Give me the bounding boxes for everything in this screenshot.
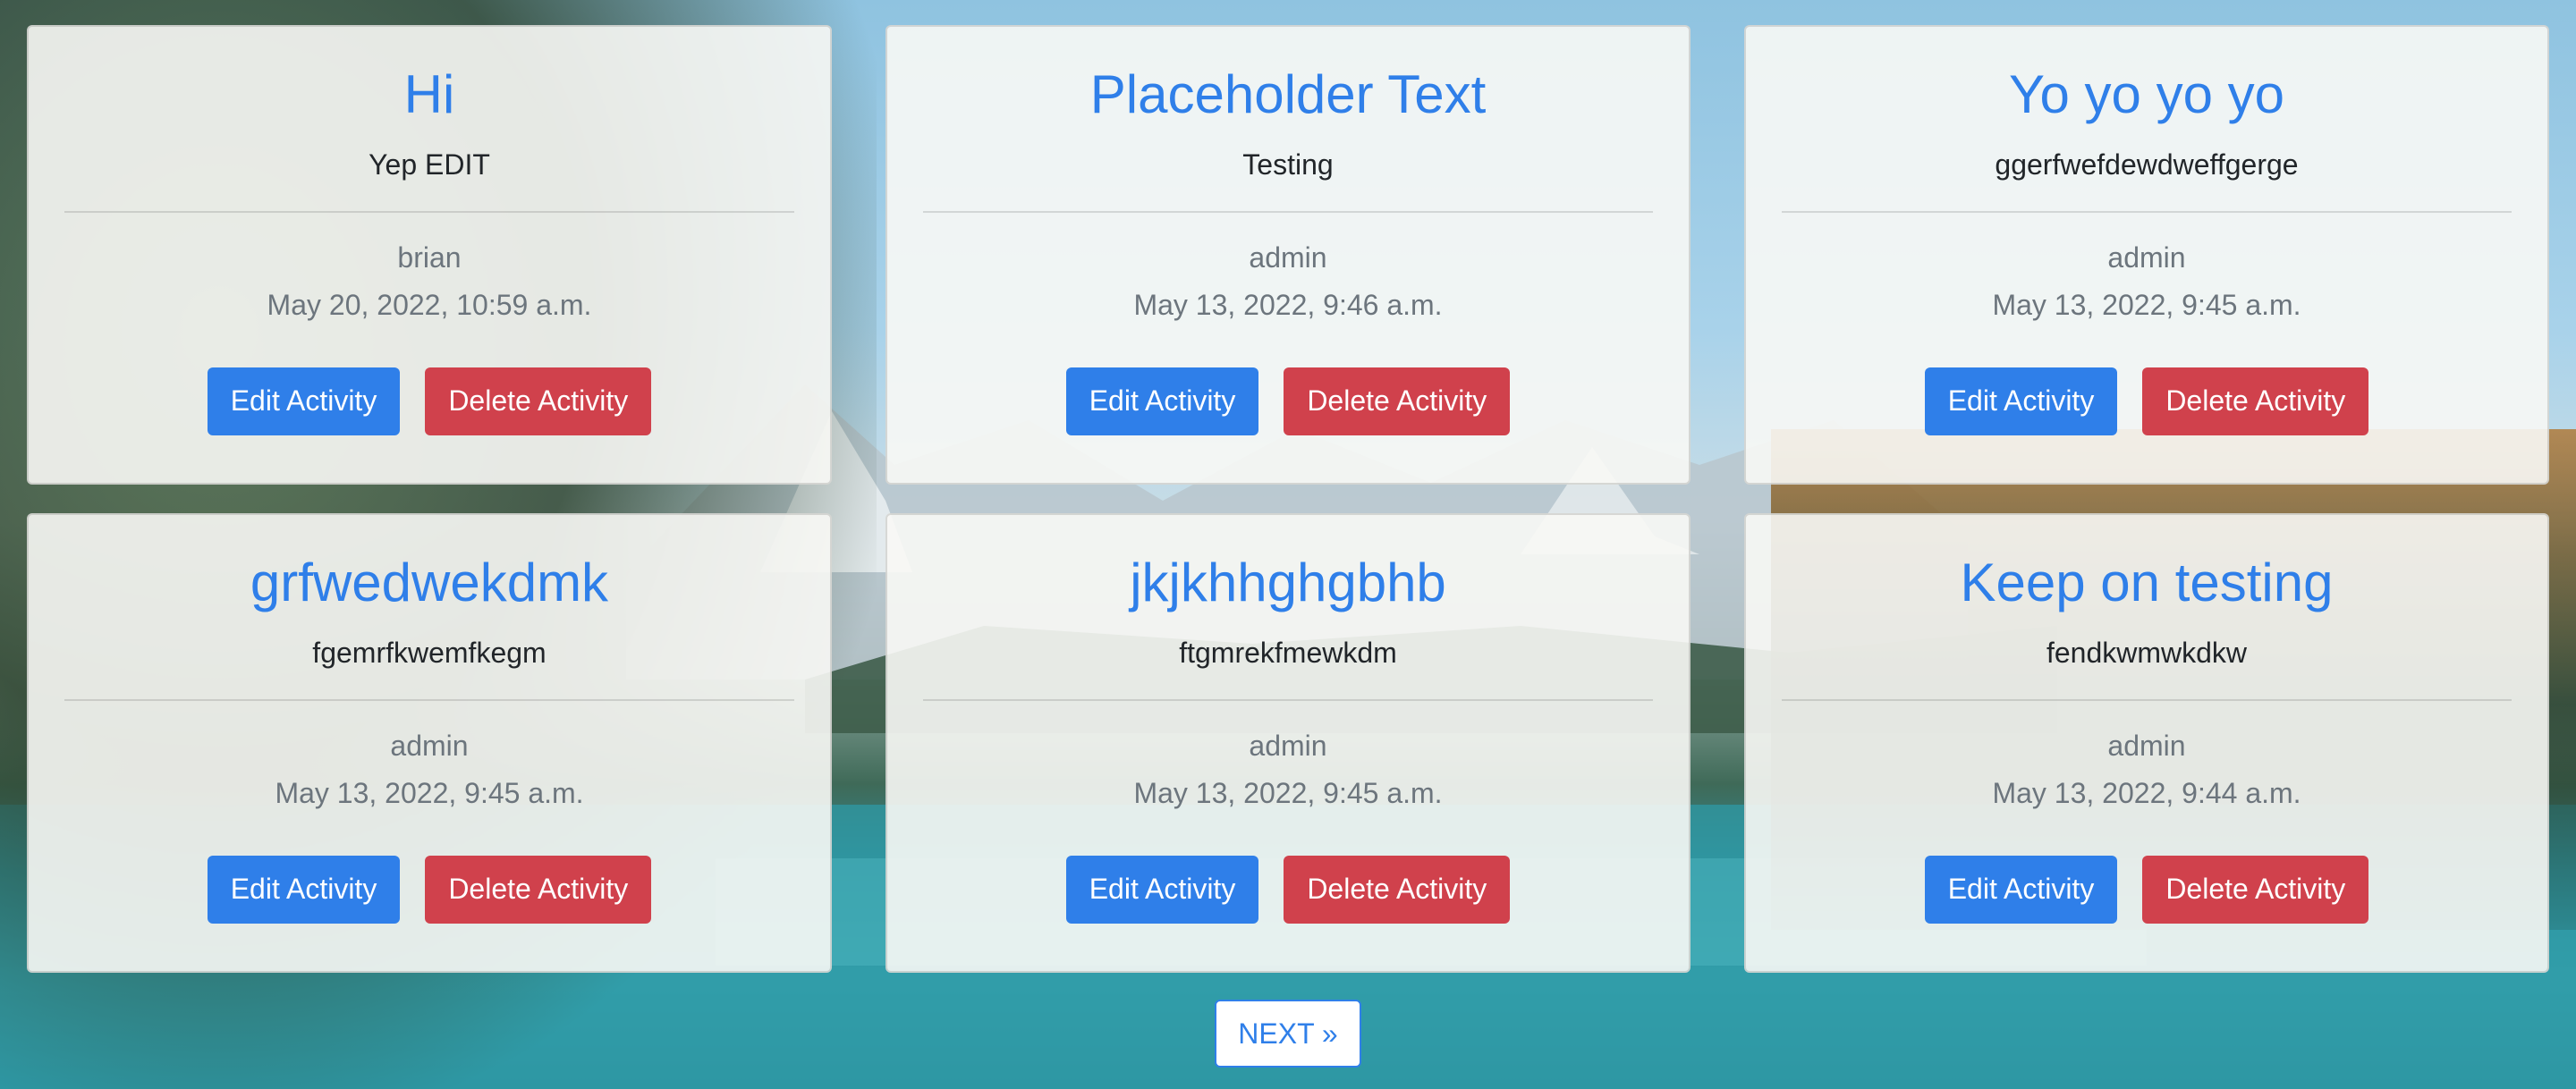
activity-card: Hi Yep EDIT brian May 20, 2022, 10:59 a.… [27, 25, 832, 485]
delete-activity-button[interactable]: Delete Activity [2142, 855, 2369, 924]
activity-card: grfwedwekdmk fgemrfkwemfkegm admin May 1… [27, 513, 832, 973]
activity-author: admin [1249, 241, 1327, 274]
edit-activity-button[interactable]: Edit Activity [1924, 855, 2118, 924]
activity-author: brian [397, 241, 462, 274]
activity-description: Testing [1242, 148, 1334, 181]
activity-grid: Hi Yep EDIT brian May 20, 2022, 10:59 a.… [27, 25, 2549, 973]
activity-description: Yep EDIT [369, 148, 490, 181]
card-divider [923, 698, 1653, 701]
next-page-button[interactable]: NEXT » [1215, 1000, 1361, 1068]
activity-title: Hi [403, 64, 455, 124]
card-actions: Edit Activity Delete Activity [923, 367, 1653, 435]
activity-title: jkjkhhghgbhb [1130, 553, 1446, 612]
edit-activity-button[interactable]: Edit Activity [1065, 367, 1259, 435]
edit-activity-button[interactable]: Edit Activity [1924, 367, 2118, 435]
delete-activity-button[interactable]: Delete Activity [1284, 855, 1511, 924]
delete-activity-button[interactable]: Delete Activity [1284, 367, 1511, 435]
activity-description: fgemrfkwemfkegm [312, 637, 547, 669]
activity-author: admin [390, 729, 469, 762]
activity-card: Placeholder Text Testing admin May 13, 2… [886, 25, 1690, 485]
activity-date: May 13, 2022, 9:46 a.m. [1133, 289, 1443, 322]
card-divider [923, 210, 1653, 213]
activity-date: May 13, 2022, 9:45 a.m. [1133, 777, 1443, 810]
card-actions: Edit Activity Delete Activity [1782, 367, 2512, 435]
activity-author: admin [1249, 729, 1327, 762]
activity-date: May 20, 2022, 10:59 a.m. [267, 289, 592, 322]
activity-author: admin [2107, 729, 2186, 762]
delete-activity-button[interactable]: Delete Activity [2142, 367, 2369, 435]
delete-activity-button[interactable]: Delete Activity [425, 855, 652, 924]
activity-title: Yo yo yo yo [2009, 64, 2284, 124]
activity-card: Yo yo yo yo ggerfwefdewdweffgerge admin … [1744, 25, 2549, 485]
edit-activity-button[interactable]: Edit Activity [207, 855, 401, 924]
activity-card: jkjkhhghgbhb ftgmrekfmewkdm admin May 13… [886, 513, 1690, 973]
card-divider [1782, 698, 2512, 701]
activity-author: admin [2107, 241, 2186, 274]
card-divider [1782, 210, 2512, 213]
card-actions: Edit Activity Delete Activity [923, 855, 1653, 924]
activity-title: Keep on testing [1960, 553, 2334, 612]
activity-date: May 13, 2022, 9:45 a.m. [1992, 289, 2301, 322]
card-actions: Edit Activity Delete Activity [64, 367, 794, 435]
activity-description: ftgmrekfmewkdm [1179, 637, 1397, 669]
activity-date: May 13, 2022, 9:44 a.m. [1992, 777, 2301, 810]
card-divider [64, 698, 794, 701]
activity-title: grfwedwekdmk [250, 553, 609, 612]
card-actions: Edit Activity Delete Activity [1782, 855, 2512, 924]
activity-description: ggerfwefdewdweffgerge [1995, 148, 2299, 181]
activity-card: Keep on testing fendkwmwkdkw admin May 1… [1744, 513, 2549, 973]
card-actions: Edit Activity Delete Activity [64, 855, 794, 924]
card-divider [64, 210, 794, 213]
edit-activity-button[interactable]: Edit Activity [1065, 855, 1259, 924]
delete-activity-button[interactable]: Delete Activity [425, 367, 652, 435]
activity-description: fendkwmwkdkw [2046, 637, 2248, 669]
activity-title: Placeholder Text [1089, 64, 1487, 124]
activity-date: May 13, 2022, 9:45 a.m. [275, 777, 584, 810]
edit-activity-button[interactable]: Edit Activity [207, 367, 401, 435]
